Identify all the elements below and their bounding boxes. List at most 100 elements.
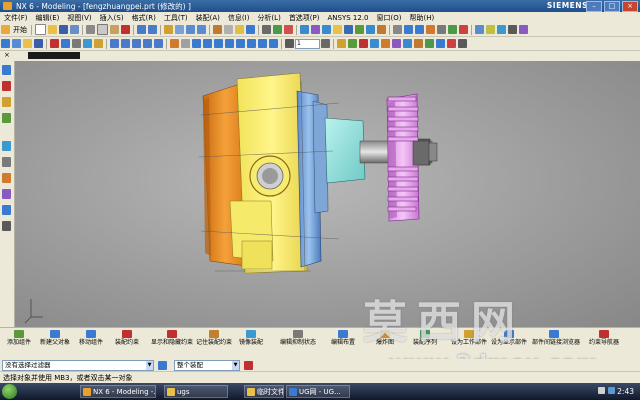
web-browser-icon[interactable] bbox=[2, 141, 11, 151]
on-face-icon[interactable] bbox=[269, 39, 278, 48]
undo-icon[interactable] bbox=[137, 25, 146, 34]
remember-constraints-button[interactable]: 记住装配约束 bbox=[194, 330, 234, 357]
color-icon[interactable] bbox=[486, 25, 495, 34]
menu-help[interactable]: 帮助(H) bbox=[405, 13, 438, 23]
start-orb-icon[interactable] bbox=[2, 384, 17, 399]
menu-insert[interactable]: 插入(S) bbox=[96, 13, 128, 23]
section-icon[interactable] bbox=[322, 25, 331, 34]
undo-list-icon[interactable] bbox=[50, 39, 59, 48]
paste-icon[interactable] bbox=[110, 25, 119, 34]
split-icon[interactable] bbox=[458, 39, 467, 48]
iso-view-icon[interactable] bbox=[143, 39, 152, 48]
constraint-navigator-icon[interactable] bbox=[2, 81, 11, 91]
show-hide-icon[interactable] bbox=[273, 25, 282, 34]
end-point-icon[interactable] bbox=[203, 39, 212, 48]
save-icon[interactable] bbox=[59, 25, 68, 34]
curve-icon[interactable] bbox=[370, 39, 379, 48]
layer-icon[interactable] bbox=[262, 25, 271, 34]
new-file-icon[interactable] bbox=[35, 24, 46, 35]
gear-pump-assembly-model[interactable] bbox=[15, 61, 640, 327]
selection-scope-select[interactable]: 整个装配 ▼ bbox=[174, 359, 240, 371]
delete-icon[interactable] bbox=[121, 25, 130, 34]
redo-icon[interactable] bbox=[148, 25, 157, 34]
revolve-icon[interactable] bbox=[366, 25, 375, 34]
task-ugs-folder[interactable]: ugs bbox=[164, 385, 228, 398]
clock[interactable]: 2:43 bbox=[617, 385, 634, 398]
top-view-icon[interactable] bbox=[121, 39, 130, 48]
bearing-sleeve-part[interactable] bbox=[324, 117, 366, 184]
translucency-icon[interactable] bbox=[497, 25, 506, 34]
fit-view-icon[interactable] bbox=[164, 25, 173, 34]
reuse-library-icon[interactable] bbox=[2, 113, 11, 123]
pan-icon[interactable] bbox=[197, 25, 206, 34]
menu-assemblies[interactable]: 装配(A) bbox=[192, 13, 224, 23]
orient-icon[interactable] bbox=[246, 25, 255, 34]
mirror-assembly-button[interactable]: 镜像装配 bbox=[234, 330, 268, 357]
surface-icon[interactable] bbox=[381, 39, 390, 48]
open-icon[interactable] bbox=[23, 39, 32, 48]
add-component-button[interactable]: 添加组件 bbox=[2, 330, 36, 357]
pattern-icon[interactable] bbox=[425, 39, 434, 48]
menu-format[interactable]: 格式(R) bbox=[128, 13, 160, 23]
quadrant-icon[interactable] bbox=[247, 39, 256, 48]
new-parent-button[interactable]: 新建父对象 bbox=[38, 330, 72, 357]
hidden-edge-icon[interactable] bbox=[181, 39, 190, 48]
studio-icon[interactable] bbox=[519, 25, 528, 34]
task-temp-files[interactable]: 临时文件 bbox=[244, 385, 284, 398]
grid-icon[interactable] bbox=[393, 25, 402, 34]
chamfer-icon[interactable] bbox=[414, 39, 423, 48]
menu-information[interactable]: 信息(I) bbox=[224, 13, 254, 23]
trim-icon[interactable] bbox=[447, 39, 456, 48]
graphics-window[interactable] bbox=[15, 61, 640, 327]
feature-icon[interactable] bbox=[333, 25, 342, 34]
task-ug-browser[interactable]: UG网 - UG... bbox=[286, 385, 350, 398]
history-navigator-icon[interactable] bbox=[2, 157, 11, 167]
minimize-button[interactable]: – bbox=[586, 1, 602, 12]
analysis-icon[interactable] bbox=[311, 25, 320, 34]
front-view-icon[interactable] bbox=[110, 39, 119, 48]
type-filter-select[interactable]: 没有选择过滤器 ▼ bbox=[2, 359, 154, 371]
print-icon[interactable] bbox=[70, 25, 79, 34]
part-tab[interactable] bbox=[28, 52, 80, 59]
extrude-icon[interactable] bbox=[355, 25, 364, 34]
menu-window[interactable]: 窗口(O) bbox=[373, 13, 406, 23]
layer-settings-icon[interactable] bbox=[285, 39, 294, 48]
work-layer-field[interactable]: 1 bbox=[295, 38, 320, 49]
system-materials-icon[interactable] bbox=[2, 173, 11, 183]
point-icon[interactable] bbox=[426, 25, 435, 34]
synch-icon[interactable] bbox=[392, 39, 401, 48]
center-point-icon[interactable] bbox=[225, 39, 234, 48]
open-folder-icon[interactable] bbox=[48, 25, 57, 34]
blend-icon[interactable] bbox=[403, 39, 412, 48]
menu-ansys[interactable]: ANSYS 12.0 bbox=[324, 14, 373, 22]
datum-icon[interactable] bbox=[348, 39, 357, 48]
hole-icon[interactable] bbox=[377, 25, 386, 34]
history-icon[interactable] bbox=[94, 39, 103, 48]
move-layer-icon[interactable] bbox=[321, 39, 330, 48]
copy-icon[interactable] bbox=[97, 24, 108, 35]
show-hide-constraints-button[interactable]: 显示和隐藏约束 bbox=[150, 330, 194, 357]
select-all-icon[interactable] bbox=[244, 360, 253, 370]
repeat-icon[interactable] bbox=[61, 39, 70, 48]
start-button[interactable]: 开始 bbox=[13, 25, 27, 35]
wcs-icon[interactable] bbox=[415, 25, 424, 34]
filter-icon[interactable] bbox=[1, 39, 10, 48]
edit-arrangements-button[interactable]: 编辑布置 bbox=[326, 330, 360, 357]
menu-edit[interactable]: 编辑(E) bbox=[32, 13, 64, 23]
close-button[interactable]: × bbox=[622, 1, 638, 12]
save-all-icon[interactable] bbox=[34, 39, 43, 48]
edit-suppression-button[interactable]: 编辑抑制状态 bbox=[276, 330, 320, 357]
part-nav-icon[interactable] bbox=[83, 39, 92, 48]
info-icon[interactable] bbox=[72, 39, 81, 48]
on-curve-icon[interactable] bbox=[258, 39, 267, 48]
move-component-button[interactable]: 移动组件 bbox=[74, 330, 108, 357]
roles-icon[interactable] bbox=[2, 205, 11, 215]
plane-icon[interactable] bbox=[448, 25, 457, 34]
tab-close-icon[interactable]: × bbox=[4, 51, 10, 59]
sketch-tool-icon[interactable] bbox=[337, 39, 346, 48]
measure-icon[interactable] bbox=[300, 25, 309, 34]
sketch-icon[interactable] bbox=[344, 25, 353, 34]
select-icon[interactable] bbox=[12, 39, 21, 48]
snap-icon[interactable] bbox=[404, 25, 413, 34]
network-icon[interactable] bbox=[608, 387, 615, 394]
